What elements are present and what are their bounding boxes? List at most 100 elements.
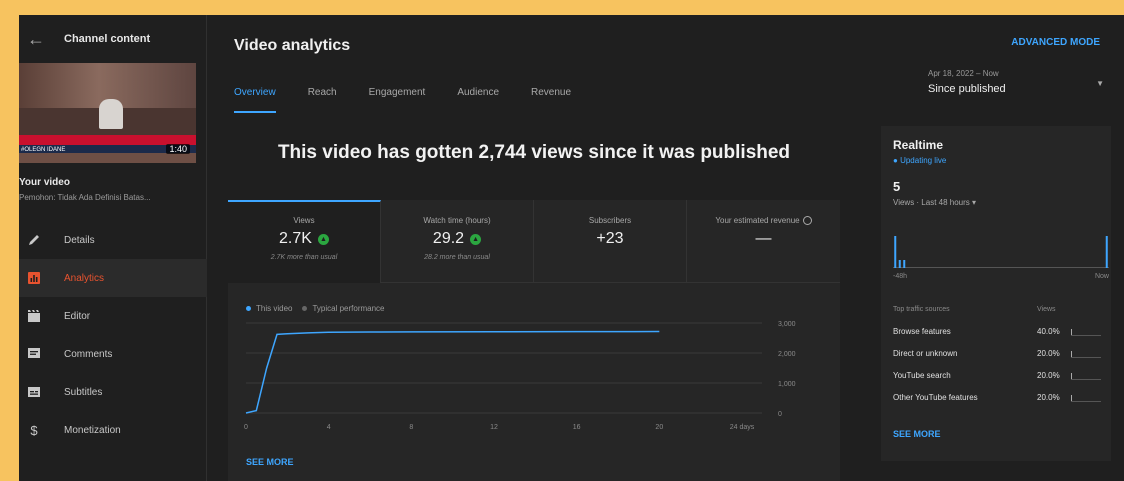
arrow-up-icon: ▲ [317,233,329,245]
arrow-left-icon[interactable]: ← [19,29,53,50]
sidebar-header: ← Channel content [19,15,206,63]
source-name: YouTube search [893,371,951,380]
realtime-bar [1105,236,1108,268]
metric-comparison: 28.2 more than usual [424,254,490,261]
sidebar-item-label: Monetization [64,424,121,436]
caret-down-icon: ▾ [972,198,977,207]
legend-dot [302,306,308,312]
source-percent: 20.0% [1037,393,1060,402]
caret-down-icon: ▼ [1096,79,1104,88]
realtime-bar [903,260,906,268]
metric-views[interactable]: Views 2.7K ▲ 2.7K more than usual [228,200,381,283]
x-tick-label: 8 [409,424,413,431]
metric-tabs: Views 2.7K ▲ 2.7K more than usual Watch t… [228,200,840,283]
tab-reach[interactable]: Reach [308,87,337,113]
realtime-period-dropdown[interactable]: Views · Last 48 hours ▾ [893,198,1099,207]
subtitles-icon [19,385,49,399]
metric-value: +23 [596,230,624,247]
info-icon[interactable] [802,216,812,226]
sidebar-item-label: Comments [64,348,113,360]
dollar-icon: $ [30,422,38,438]
metric-label: Views [293,216,315,225]
source-bar [1071,394,1101,402]
source-name: Other YouTube features [893,393,978,402]
sidebar-item-label: Editor [64,310,91,322]
traffic-source-row: YouTube search 20.0% [893,371,1109,380]
sidebar-item-label: Analytics [64,272,105,284]
metric-value: 29.2 [432,230,465,247]
date-range-label: Since published [928,83,1006,95]
your-video-label: Your video [19,177,70,188]
legend-dot [246,306,251,312]
source-bar [1071,372,1101,380]
metric-revenue[interactable]: Your estimated revenue — [687,200,840,283]
sidebar-item-analytics[interactable]: Analytics [19,259,207,297]
date-range-text: Apr 18, 2022 – Now [928,69,999,78]
traffic-source-row: Browse features 40.0% [893,327,1109,336]
views-headline: This video has gotten 2,744 views since … [277,142,791,163]
tab-overview[interactable]: Overview [234,87,276,113]
realtime-title: Realtime [893,138,944,152]
tab-audience[interactable]: Audience [457,87,499,113]
source-percent: 20.0% [1037,371,1060,380]
clapperboard-icon [19,309,49,323]
y-tick-label: 2,000 [778,351,796,358]
source-bar [1071,350,1101,358]
traffic-source-row: Direct or unknown 20.0% [893,349,1109,358]
chart-legend: This video Typical performance [246,304,385,313]
legend-this-video[interactable]: This video [246,304,292,313]
series-line-this-video [245,330,660,414]
realtime-bar [894,236,897,268]
sidebar-item-subtitles[interactable]: Subtitles [19,373,207,411]
realtime-bar [898,260,901,268]
x-tick-label: 0 [244,424,248,431]
legend-typical[interactable]: Typical performance [302,304,385,313]
sidebar: ← Channel content #OLEGN IDANE 1:40 Your… [19,15,207,481]
comment-icon [19,347,49,361]
views-line-chart: 0 1,000 2,000 3,000 0 4 8 12 16 20 24 days [244,321,796,431]
video-duration: 1:40 [166,144,190,154]
overview-card: Views 2.7K ▲ 2.7K more than usual Watch t… [228,200,840,481]
source-percent: 20.0% [1037,349,1060,358]
metric-comparison: 2.7K more than usual [270,254,338,261]
analytics-tabs: Overview Reach Engagement Audience Reven… [234,87,603,113]
sidebar-item-monetization[interactable]: $ Monetization [19,411,207,449]
axis-end-label: Now [1094,273,1109,280]
realtime-count: 5 [893,179,901,194]
realtime-status: Updating live [900,156,947,165]
metric-subscribers[interactable]: Subscribers +23 [534,200,687,283]
tab-revenue[interactable]: Revenue [531,87,571,113]
sidebar-item-label: Subtitles [64,386,103,398]
see-more-button[interactable]: SEE MORE [246,457,294,467]
traffic-sources-header: Top traffic sources Views [893,306,1109,313]
sidebar-item-details[interactable]: Details [19,221,207,259]
source-percent: 40.0% [1037,327,1060,336]
sidebar-item-comments[interactable]: Comments [19,335,207,373]
views-header-label: Views [1037,306,1056,313]
advanced-mode-button[interactable]: ADVANCED MODE [1011,37,1100,48]
arrow-up-icon: ▲ [470,233,482,245]
main-content: Video analytics ADVANCED MODE Overview R… [208,15,1124,481]
realtime-see-more-button[interactable]: SEE MORE [893,429,941,439]
metric-value: — [755,230,772,248]
video-title[interactable]: Pemohon: Tidak Ada Definisi Batas... [19,193,197,202]
metric-value: 2.7K [279,230,312,247]
realtime-card: Realtime ● Updating live 5 Views · Last … [881,126,1111,461]
y-tick-label: 0 [778,411,782,418]
x-tick-label: 12 [490,424,498,431]
date-range-selector[interactable]: Apr 18, 2022 – Now Since published ▼ [928,69,1104,95]
page-title: Video analytics [234,37,351,54]
realtime-bar-chart [893,236,1109,268]
traffic-source-row: Other YouTube features 20.0% [893,393,1109,402]
sidebar-item-label: Details [64,234,95,246]
x-tick-label: 24 days [730,424,755,431]
live-dot-icon: ● [893,156,901,165]
tab-engagement[interactable]: Engagement [369,87,426,113]
realtime-axis: -48h Now [893,273,1109,280]
metric-label: Watch time (hours) [423,216,491,225]
sidebar-item-editor[interactable]: Editor [19,297,207,335]
metric-watch-time[interactable]: Watch time (hours) 29.2 ▲ 28.2 more than … [381,200,534,283]
x-tick-label: 4 [327,424,331,431]
video-thumbnail[interactable]: #OLEGN IDANE 1:40 [19,63,196,163]
axis-start-label: -48h [893,273,908,280]
